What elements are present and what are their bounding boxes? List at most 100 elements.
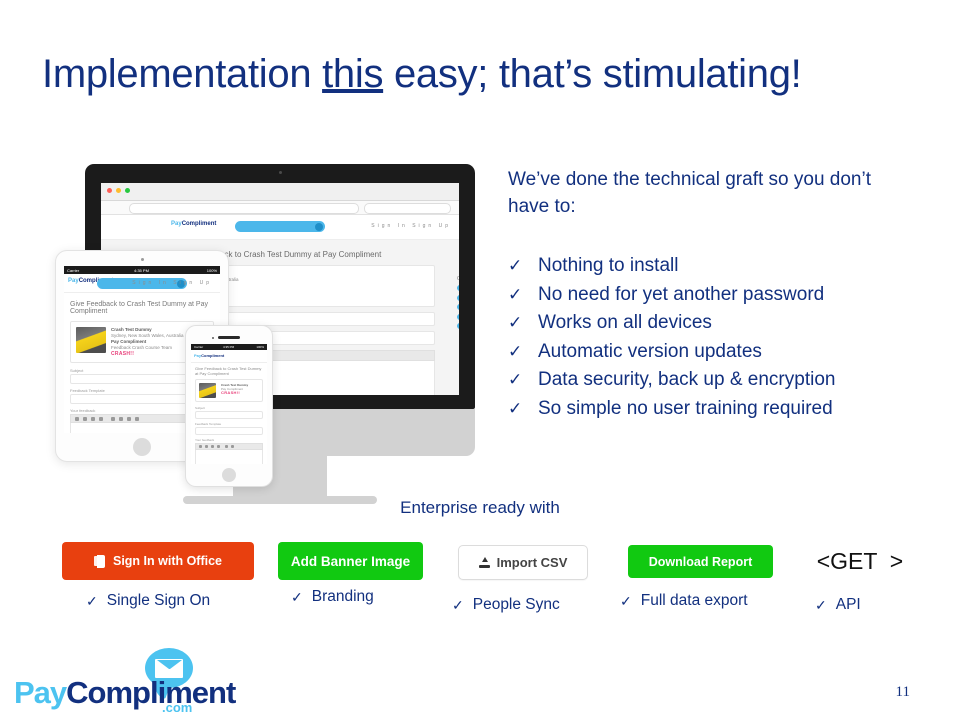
check-icon: ✓	[815, 596, 827, 613]
phone-profile-card: Crash Test Dummy Pay Compliment CRASH!!	[195, 379, 263, 402]
guideline-item: Keep it clean	[457, 304, 459, 310]
add-banner-image-label: Add Banner Image	[290, 553, 411, 569]
benefit-item: ✓ No need for yet another password	[508, 281, 928, 310]
clock-label: 4:35 PM	[134, 267, 149, 273]
tablet-nav-links[interactable]: Sign In Sign Up	[132, 280, 212, 286]
app-nav-links[interactable]: Sign In Sign Up	[371, 223, 451, 229]
guideline-item: Be respectful	[457, 285, 459, 291]
browser-search-input[interactable]	[364, 203, 451, 214]
guidelines-title: Guidelines	[457, 276, 459, 282]
page-title: Implementation this easy; that’s stimula…	[42, 50, 932, 98]
close-icon	[107, 188, 112, 193]
benefit-item: ✓ Automatic version updates	[508, 338, 928, 367]
check-icon: ✓	[508, 313, 523, 332]
sign-in-with-office-label: Sign In with Office	[112, 554, 223, 568]
import-csv-button[interactable]: Import CSV	[458, 545, 588, 580]
benefit-label: So simple no user training required	[538, 397, 833, 419]
phone-feedback-editor[interactable]	[195, 450, 263, 464]
enterprise-heading: Enterprise ready with	[400, 498, 560, 517]
phone-editor-toolbar[interactable]	[195, 443, 263, 450]
download-report-button[interactable]: Download Report	[628, 545, 773, 578]
phone-logo-compliment: Compliment	[201, 353, 225, 358]
check-icon: ✓	[452, 596, 464, 613]
tablet-camera-icon	[140, 258, 144, 261]
page-title-prefix: Implementation	[42, 52, 323, 96]
add-banner-image-button[interactable]: Add Banner Image	[278, 542, 423, 580]
battery-label: 100%	[206, 267, 217, 273]
page-title-underlined-word: this	[322, 52, 384, 96]
sign-in-with-office-button[interactable]: Sign In with Office	[62, 542, 254, 580]
phone-battery-label: 100%	[256, 345, 264, 349]
phone-template-label: Feedback Template	[195, 422, 222, 426]
phone-home-button[interactable]	[222, 468, 236, 482]
office-logo-icon	[93, 554, 106, 568]
browser-titlebar	[101, 183, 459, 201]
guideline-item: Be helpful	[457, 294, 459, 301]
phone-app-navbar: PayCompliment	[191, 350, 267, 363]
app-navbar: PayCompliment Sign In Sign Up	[101, 215, 459, 240]
phone-clock-label: 4:35 PM	[223, 345, 235, 349]
enterprise-caption-row: ✓ Single Sign On ✓ Branding ✓ People Sync ✓…	[0, 588, 960, 622]
benefit-label: Nothing to install	[538, 255, 679, 276]
phone-carrier-label: Carrier	[194, 345, 204, 349]
device-mockup: PayCompliment Sign In Sign Up Give Feedb…	[55, 150, 485, 504]
tablet-logo-pay: Pay	[68, 278, 79, 284]
phone-feedback-label: Your feedback	[195, 438, 215, 442]
benefit-item: ✓ Data security, back up & encryption	[508, 366, 928, 395]
caption-single-sign-on: ✓ Single Sign On	[86, 592, 210, 610]
phone-page-heading: Give Feedback to Crash Test Dummy at Pay…	[195, 366, 262, 376]
app-logo-pay: Pay	[171, 221, 182, 227]
phone-subject-input[interactable]	[195, 411, 263, 419]
phone-profile-meta: Crash Test Dummy Pay Compliment CRASH!!	[221, 383, 259, 398]
app-logo: PayCompliment	[171, 221, 216, 227]
minimize-icon	[116, 188, 121, 193]
phone-screen: Carrier 4:35 PM 100% PayCompliment Give …	[191, 344, 267, 464]
caption-label: API	[835, 596, 861, 613]
guidelines-panel: Guidelines Be respectful Be helpful Keep…	[457, 276, 459, 333]
phone-subject-label: Subject	[195, 406, 206, 410]
logo-pay: Pay	[14, 675, 67, 710]
tablet-app-navbar: PayCompliment Sign In Sign Up	[64, 274, 220, 293]
check-icon: ✓	[508, 256, 523, 275]
caption-label: Single Sign On	[106, 592, 211, 609]
app-search-input[interactable]	[235, 221, 325, 232]
bullet-icon	[457, 323, 459, 329]
enterprise-button-row: Sign In with Office Add Banner Image Imp…	[0, 540, 960, 588]
caption-full-data-export: ✓ Full data export	[620, 592, 748, 610]
bullet-icon	[457, 285, 459, 291]
bullet-icon	[457, 304, 459, 310]
phone-app-body: Give Feedback to Crash Test Dummy at Pay…	[191, 363, 267, 464]
tablet-status-bar: Carrier 4:35 PM 100%	[64, 266, 220, 274]
import-csv-label: Import CSV	[496, 555, 568, 570]
caption-label: People Sync	[472, 596, 560, 613]
phone-template-select[interactable]	[195, 427, 263, 435]
benefit-label: No need for yet another password	[538, 283, 825, 305]
webcam-icon	[278, 171, 282, 174]
benefit-label: Automatic version updates	[538, 340, 762, 362]
browser-urlbar	[101, 201, 459, 215]
tablet-avatar	[76, 327, 106, 353]
check-icon: ✓	[620, 592, 632, 609]
logo-wordmark: PayCompliment	[14, 675, 236, 711]
logo-compliment: Compliment	[66, 675, 236, 710]
address-input[interactable]	[129, 203, 359, 214]
tablet-home-button[interactable]	[133, 438, 151, 456]
guideline-item: No threats or abuse	[457, 323, 459, 329]
caption-branding: ✓ Branding	[291, 588, 374, 606]
download-report-label: Download Report	[648, 554, 753, 569]
caption-api: ✓ API	[815, 596, 861, 614]
bullet-icon	[457, 294, 459, 301]
phone-device: Carrier 4:35 PM 100% PayCompliment Give …	[185, 325, 273, 487]
phone-crash-tag: CRASH!!	[221, 390, 240, 395]
api-get-label: <GET >	[816, 547, 904, 574]
bullet-icon	[457, 313, 459, 320]
benefit-item: ✓ So simple no user training required	[508, 395, 928, 424]
intro-paragraph: We’ve done the technical graft so you do…	[508, 169, 871, 217]
check-icon: ✓	[86, 592, 98, 609]
upload-icon	[478, 556, 490, 569]
check-icon: ✓	[508, 284, 523, 304]
phone-speaker-icon	[218, 336, 240, 339]
page-title-suffix: easy; that’s stimulating!	[383, 52, 802, 96]
phone-avatar	[199, 383, 216, 398]
benefit-item: ✓ Nothing to install	[508, 252, 928, 281]
